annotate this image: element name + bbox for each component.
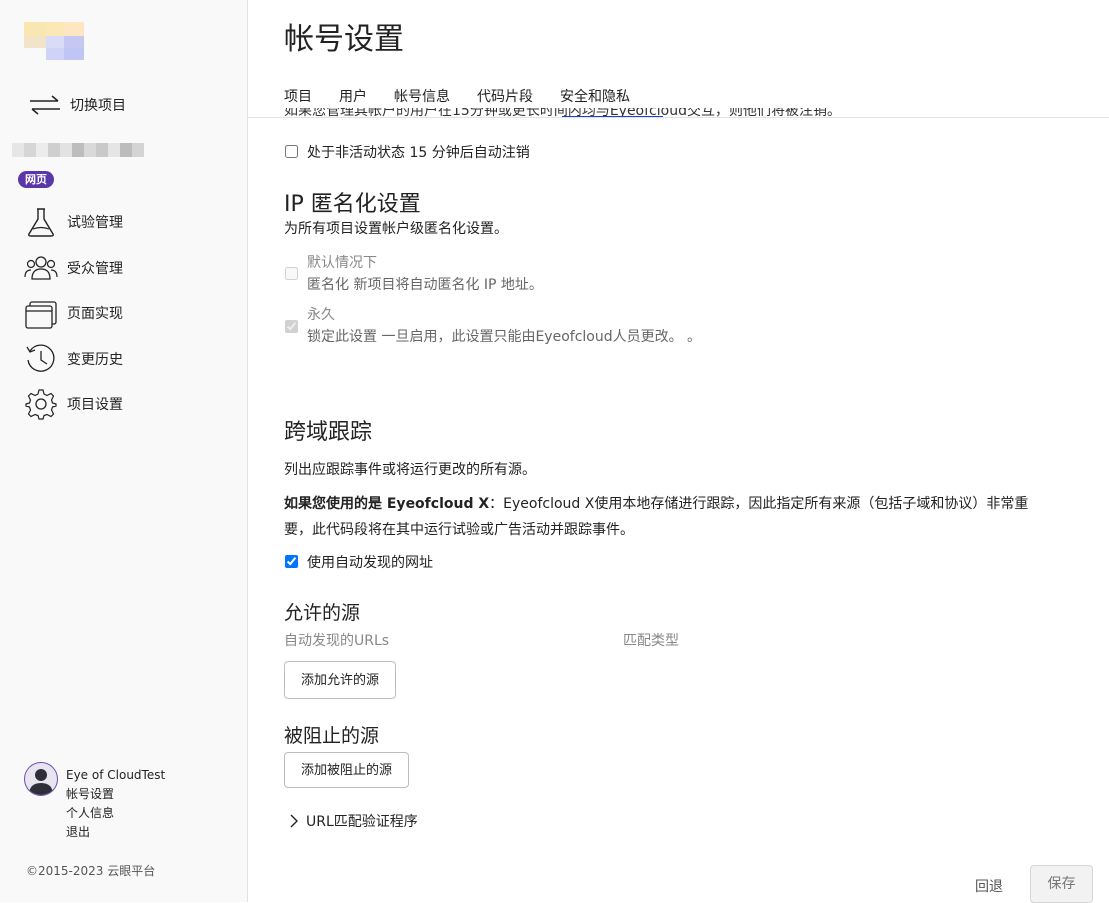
auto-discover-option[interactable]: 使用自动发现的网址 [284,552,433,574]
swap-arrows-icon [30,95,60,115]
cross-domain-paragraph-text-1: ：Eyeofcloud X使用本地存储进行跟踪，因此指定所有来源（包括子域和协议… [489,496,1029,512]
sidebar-item-label: 页面实现 [67,306,123,322]
tab-projects[interactable]: 项目 [284,86,312,106]
auto-logout-checkbox[interactable] [285,145,298,158]
add-blocked-origin-button[interactable]: 添加被阻止的源 [284,752,410,788]
ip-anonymization-description: 为所有项目设置帐户级匿名化设置。 [284,221,508,237]
user-panel: Eye of CloudTest 帐号设置 个人信息 退出 [24,762,165,842]
tab-security-privacy[interactable]: 安全和隐私 [560,86,630,106]
allowed-col-urls: 自动发现的URLs [284,633,390,649]
cross-domain-paragraph-text-2: 要，此代码段将在其中运行试验或广告活动并跟踪事件。 [284,522,634,538]
ip-default-label: 默认情况下 [307,255,377,271]
page-title: 帐号设置 [284,22,404,57]
sidebar-item-project-settings[interactable]: 项目设置 [24,387,123,421]
cross-domain-paragraph: 如果您使用的是 Eyeofcloud X：Eyeofcloud X使用本地存储进… [284,491,1084,543]
brand-logo[interactable] [24,22,84,60]
chevron-right-icon [290,814,298,828]
undo-button[interactable]: 回退 [975,876,1003,896]
ip-default-sub: 匿名化 新项目将自动匿名化 IP 地址。 [307,277,543,293]
cross-domain-paragraph-bold: 如果您使用的是 Eyeofcloud X [284,496,490,512]
switch-project-label: 切换项目 [70,98,126,114]
user-name: Eye of CloudTest [66,768,166,782]
sidebar-item-implementation[interactable]: 页面实现 [24,296,123,330]
add-allowed-origin-button[interactable]: 添加允许的源 [284,661,397,699]
sidebar-item-audiences[interactable]: 受众管理 [24,251,123,285]
avatar[interactable] [24,762,58,796]
tab-users[interactable]: 用户 [339,86,367,106]
tabs-divider [248,117,1109,118]
cross-domain-heading: 跨域跟踪 [284,420,373,445]
people-icon [24,256,58,280]
ip-anonymization-heading: IP 匿名化设置 [284,192,421,217]
profile-link[interactable]: 个人信息 [66,804,165,823]
save-button[interactable]: 保存 [1030,865,1093,903]
account-settings-link[interactable]: 帐号设置 [66,785,165,804]
logout-link[interactable]: 退出 [66,823,165,842]
url-matcher-expander[interactable]: URL匹配验证程序 [288,811,418,831]
auto-discover-label: 使用自动发现的网址 [307,555,433,571]
project-name-redacted [12,143,144,157]
auto-discover-checkbox[interactable] [285,555,298,568]
sidebar-item-label: 变更历史 [67,352,123,368]
main-content: 帐号设置 项目 用户 帐号信息 代码片段 安全和隐私 如果您管理其帐户的用户在1… [248,0,1109,903]
sidebar: 切换项目 网页 试验管理 受众管理 页面实现 变更历史 项目设置 Eye of … [0,0,248,902]
ip-permanent-sub: 锁定此设置 一旦启用，此设置只能由Eyeofcloud人员更改。 。 [307,329,702,345]
tab-snippets[interactable]: 代码片段 [477,86,533,106]
allowed-col-match-type: 匹配类型 [623,633,679,649]
ip-permanent-label: 永久 [307,307,335,323]
sidebar-item-label: 受众管理 [67,261,123,277]
cross-domain-intro: 列出应跟踪事件或将运行更改的所有源。 [284,462,536,478]
tab-account-info[interactable]: 帐号信息 [394,86,450,106]
ip-permanent-option[interactable]: 永久 锁定此设置 一旦启用，此设置只能由Eyeofcloud人员更改。 。 [284,304,701,348]
sidebar-item-label: 项目设置 [67,397,123,413]
windows-icon [25,301,57,329]
history-icon [26,344,55,372]
user-icon [29,769,53,795]
ip-default-checkbox[interactable] [285,267,298,280]
sidebar-item-experiments[interactable]: 试验管理 [24,205,123,239]
auto-logout-label: 处于非活动状态 15 分钟后自动注销 [307,145,530,161]
url-matcher-label: URL匹配验证程序 [306,814,418,830]
platform-badge: 网页 [18,171,54,188]
auto-logout-option[interactable]: 处于非活动状态 15 分钟后自动注销 [284,142,530,164]
blocked-origins-heading: 被阻止的源 [284,725,380,747]
switch-project-button[interactable]: 切换项目 [28,92,126,118]
ip-permanent-checkbox[interactable] [285,320,298,333]
gear-icon [25,389,57,420]
flask-icon [28,208,54,237]
copyright: ©2015-2023 云眼平台 [26,864,156,878]
allowed-origins-heading: 允许的源 [284,602,361,624]
sidebar-item-history[interactable]: 变更历史 [24,342,123,376]
ip-default-option[interactable]: 默认情况下 匿名化 新项目将自动匿名化 IP 地址。 [284,252,543,296]
settings-tabs: 项目 用户 帐号信息 代码片段 安全和隐私 [284,86,657,106]
sidebar-item-label: 试验管理 [67,215,123,231]
